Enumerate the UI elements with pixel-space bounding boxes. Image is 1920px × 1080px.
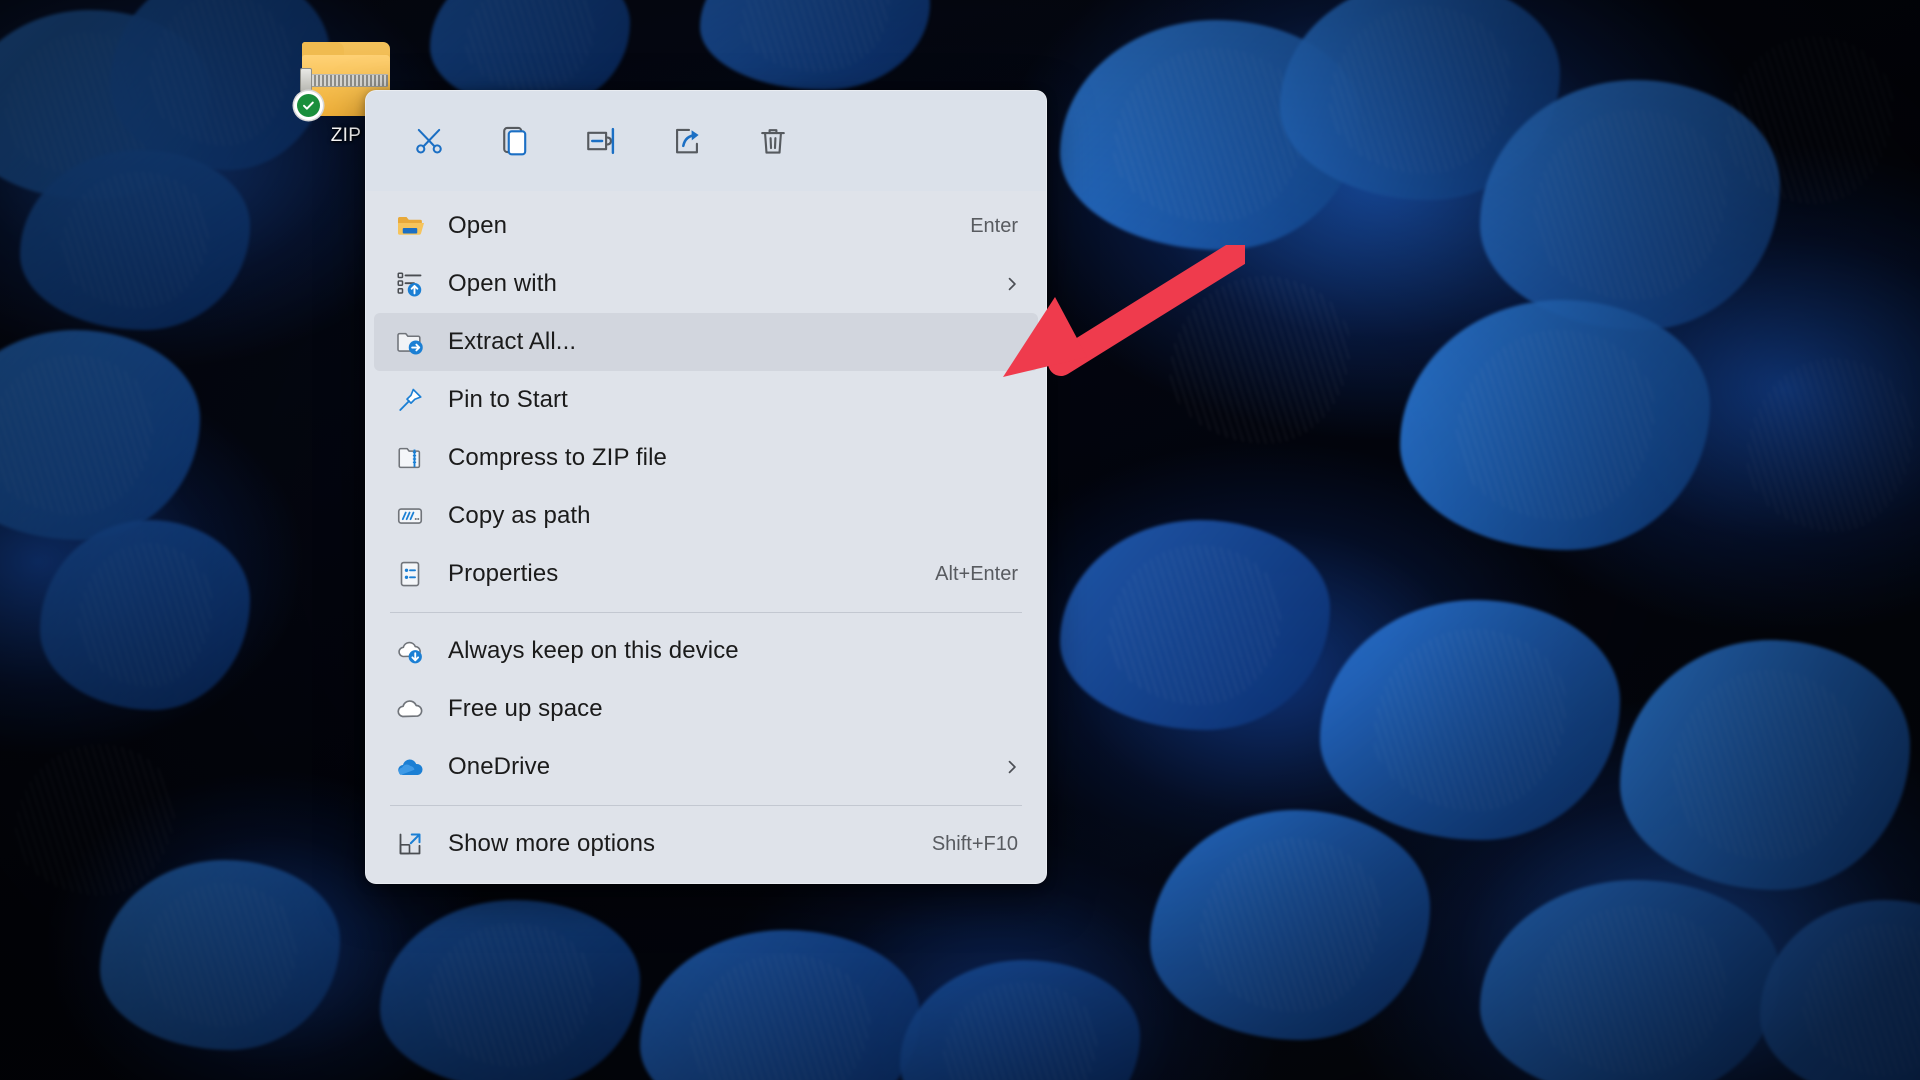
properties-icon [390,559,430,589]
menu-item-extract-all[interactable]: Extract All... [374,313,1038,371]
menu-item-properties[interactable]: Properties Alt+Enter [374,545,1038,603]
menu-item-open-with[interactable]: Open with [374,255,1038,313]
menu-item-label: Pin to Start [448,386,568,413]
menu-item-shortcut: Shift+F10 [931,832,1018,855]
menu-item-label: Open [448,212,508,239]
context-menu: Open Enter Open with Extract All... Pin … [365,90,1047,884]
menu-item-label: Open with [448,270,557,297]
menu-item-show-more-options[interactable]: Show more options Shift+F10 [374,815,1038,873]
trash-icon [756,124,790,158]
context-menu-command-bar [366,91,1046,191]
menu-item-open[interactable]: Open Enter [374,197,1038,255]
rename-button[interactable] [558,109,644,173]
menu-item-label: Copy as path [448,502,591,529]
menu-item-label: Free up space [448,695,603,722]
cloud-download-icon [390,636,430,666]
menu-item-shortcut: Enter [970,214,1018,237]
menu-item-label: Show more options [448,830,656,857]
folder-tab [302,42,344,55]
show-more-options-icon [390,829,430,859]
menu-separator-2 [390,805,1022,806]
pin-icon [390,385,430,415]
menu-item-shortcut: Alt+Enter [935,562,1018,585]
menu-item-label: Compress to ZIP file [448,444,667,471]
menu-item-label: Always keep on this device [448,637,739,664]
context-menu-group-primary: Open Enter Open with Extract All... Pin … [366,191,1046,883]
menu-item-label: Extract All... [448,328,577,355]
menu-item-pin-to-start[interactable]: Pin to Start [374,371,1038,429]
delete-button[interactable] [730,109,816,173]
copy-icon [498,124,532,158]
menu-item-copy-as-path[interactable]: Copy as path [374,487,1038,545]
extract-all-icon [390,327,430,357]
chevron-right-icon [1000,275,1024,293]
menu-item-label: OneDrive [448,753,551,780]
menu-item-label: Properties [448,560,559,587]
menu-item-compress-to-zip[interactable]: Compress to ZIP file [374,429,1038,487]
onedrive-icon [390,752,430,782]
onedrive-synced-checkmark-badge [294,91,323,120]
copy-button[interactable] [472,109,558,173]
menu-item-always-keep-on-this-device[interactable]: Always keep on this device [374,622,1038,680]
menu-item-free-up-space[interactable]: Free up space [374,680,1038,738]
folder-open-icon [390,211,430,241]
zipper-teeth [308,74,388,87]
menu-separator-1 [390,612,1022,613]
scissors-icon [412,124,446,158]
desktop: ZIP Open Enter Open with Extract All... … [0,0,1920,1080]
rename-icon [584,124,618,158]
chevron-right-icon [1000,758,1024,776]
cloud-outline-icon [390,694,430,724]
menu-item-onedrive[interactable]: OneDrive [374,738,1038,796]
cut-button[interactable] [386,109,472,173]
open-with-icon [390,269,430,299]
copy-as-path-icon [390,501,430,531]
compress-zip-icon [390,443,430,473]
share-button[interactable] [644,109,730,173]
share-icon [670,124,704,158]
